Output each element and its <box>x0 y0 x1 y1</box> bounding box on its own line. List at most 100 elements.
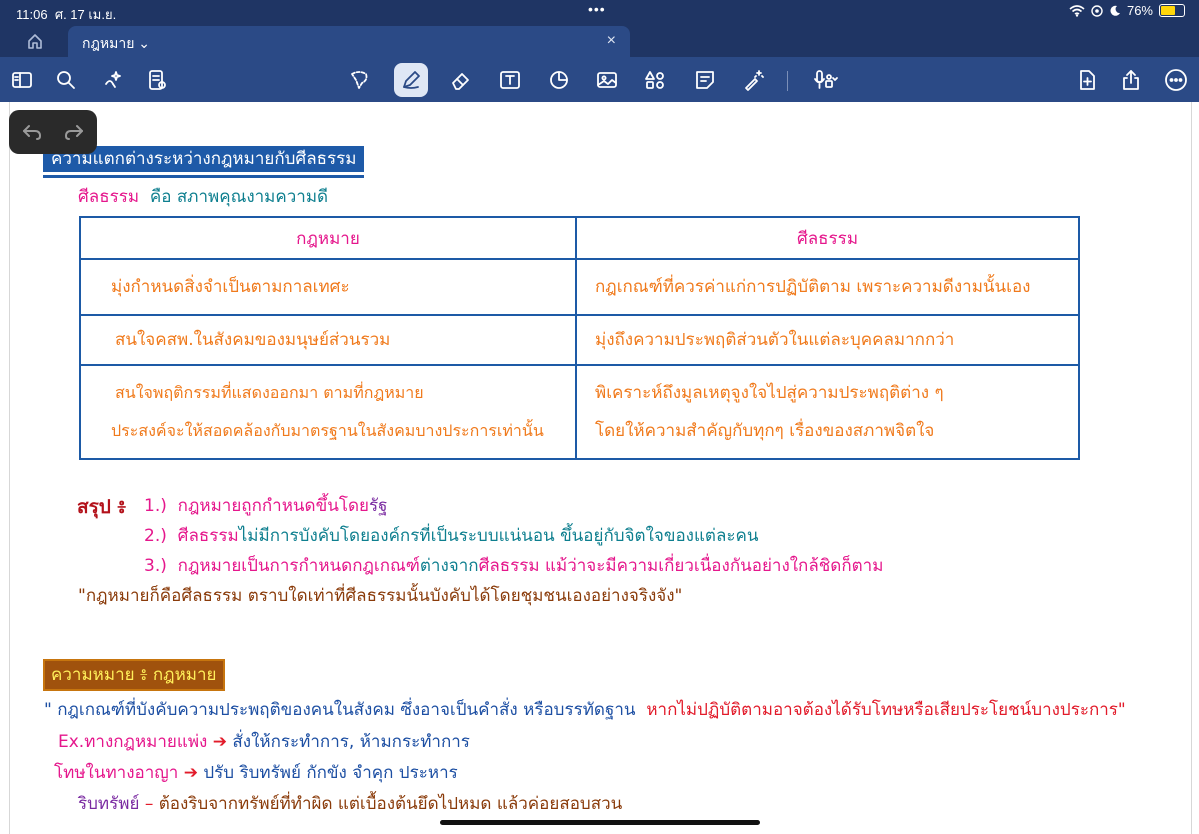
table-row: มุ่งกำหนดสิ่งจำเป็นตามกาลเทศะ กฎเกณฑ์ที่… <box>79 258 1080 316</box>
ai-sparkle-icon <box>105 71 121 88</box>
sticky-note-tool-button[interactable] <box>688 63 722 97</box>
toolbar <box>0 57 1199 102</box>
undo-icon[interactable] <box>21 122 43 142</box>
image-tool-button[interactable] <box>590 63 624 97</box>
confiscation-label: ริบทรัพย์ <box>78 794 140 814</box>
moon-icon <box>1110 5 1120 16</box>
summary-text-highlight: ศีลธรรม <box>478 556 540 576</box>
shapes-tool-button[interactable] <box>542 63 576 97</box>
meaning-text: " กฎเกณฑ์ที่บังคับความประพฤติของคนในสังค… <box>44 700 636 720</box>
tab-title: กฎหมาย ⌄ <box>82 35 151 51</box>
table-cell-line: พิเคราะห์ถึงมูลเหตุจูงใจไปสู่ความประพฤติ… <box>595 383 944 403</box>
table-header-morality: ศีลธรรม <box>575 216 1080 260</box>
morality-definition: ศีลธรรม คือ สภาพคุณงามความดี <box>78 183 328 210</box>
undo-redo-control <box>9 110 97 154</box>
lasso-icon <box>351 71 368 89</box>
table-header-row: กฎหมาย ศีลธรรม <box>79 216 1080 260</box>
share-button[interactable] <box>1114 63 1148 97</box>
more-icon <box>1165 69 1187 91</box>
status-bar: 11:06 ศ. 17 เม.ย. ••• 76% <box>0 0 1199 24</box>
summary-text: กฎหมายถูกกำหนดขึ้นโดย <box>177 496 369 516</box>
sidebar-icon <box>12 72 32 88</box>
dash: – <box>144 794 154 814</box>
battery-icon <box>1159 4 1185 17</box>
table-cell-line: สนใจพฤติกรรมที่แสดงออกมา ตามที่กฎหมาย <box>115 383 424 402</box>
microphone-icon <box>814 70 838 89</box>
definition-text: คือ สภาพคุณงามความดี <box>149 187 329 207</box>
summary-item-1: 1.) กฎหมายถูกกำหนดขึ้นโดยรัฐ <box>144 492 387 519</box>
table-cell: กฎเกณฑ์ที่ควรค่าแก่การปฏิบัติตาม เพราะคว… <box>595 277 1031 297</box>
sidebar-toggle-button[interactable] <box>5 63 39 97</box>
more-options-button[interactable] <box>1159 63 1193 97</box>
note-page[interactable] <box>9 102 1192 834</box>
summary-quote: "กฎหมายก็คือศีลธรรม ตราบใดเท่าที่ศีลธรรม… <box>78 586 683 606</box>
summary-text: แม้ว่าจะมีความเกี่ยวเนื่องกันอย่างใกล้ชิ… <box>539 556 884 576</box>
example-text: สั่งให้กระทำการ, ห้ามกระทำการ <box>232 732 470 752</box>
tab-document[interactable]: กฎหมาย ⌄ × <box>68 26 630 57</box>
chevron-down-icon[interactable]: ⌄ <box>138 35 150 51</box>
table-cell: มุ่งกำหนดสิ่งจำเป็นตามกาลเทศะ <box>111 277 350 297</box>
laser-pointer-tool-button[interactable] <box>737 63 771 97</box>
civil-law-example: Ex.ทางกฎหมายแพ่ง ➔ สั่งให้กระทำการ, ห้าม… <box>58 728 470 755</box>
audio-recording-button[interactable] <box>800 63 850 97</box>
tab-bar: กฎหมาย ⌄ × <box>0 24 1199 57</box>
definition-term: ศีลธรรม <box>78 187 140 207</box>
sticky-note-icon <box>696 71 714 89</box>
table-cell-line: โดยให้ความสำคัญกับทุกๆ เรื่องของสภาพจิตใ… <box>595 421 935 441</box>
pen-tool-button[interactable] <box>394 63 428 97</box>
add-page-button[interactable] <box>1070 63 1104 97</box>
arrow-icon: ➔ <box>183 763 198 783</box>
confiscation-note: ริบทรัพย์ – ต้องริบจากทรัพย์ที่ทำผิด แต่… <box>78 790 622 817</box>
ai-assistant-button[interactable] <box>97 63 131 97</box>
multitasking-dots-icon[interactable]: ••• <box>588 1 606 17</box>
summary-number: 3.) <box>144 556 167 576</box>
status-indicators: 76% <box>1069 3 1185 18</box>
summary-label: สรุป ៖ <box>77 496 126 518</box>
summary-text: ไม่มีการบังคับโดยองค์กรที่เป็นระบบแน่นอน… <box>238 526 759 546</box>
criminal-penalty-example: โทษในทางอาญา ➔ ปรับ ริบทรัพย์ กักขัง จำค… <box>54 759 458 786</box>
summary-number: 1.) <box>144 496 167 516</box>
arrow-icon: ➔ <box>212 732 228 752</box>
table-cell-line: ประสงค์จะให้สอดคล้องกับมาตรฐานในสังคมบาง… <box>111 421 544 440</box>
document-icon <box>149 70 166 90</box>
laser-icon <box>745 70 764 91</box>
summary-text-highlight: ต่างจาก <box>419 556 479 576</box>
elements-icon <box>645 71 664 89</box>
redo-icon[interactable] <box>63 122 85 142</box>
lasso-tool-button[interactable] <box>342 63 376 97</box>
search-icon <box>57 71 75 89</box>
comparison-table: กฎหมาย ศีลธรรม มุ่งกำหนดสิ่งจำเป็นตามกาล… <box>79 216 1080 460</box>
meaning-text-highlight: หากไม่ปฏิบัติตามอาจต้องได้รับโทษหรือเสีย… <box>646 700 1126 720</box>
example-text: ปรับ ริบทรัพย์ กักขัง จำคุก ประหาร <box>203 763 458 783</box>
pen-icon <box>403 71 420 89</box>
table-row: สนใจคสพ.ในสังคมของมนุษย์ส่วนรวม มุ่งถึงค… <box>79 314 1080 366</box>
table-cell: สนใจคสพ.ในสังคมของมนุษย์ส่วนรวม <box>115 330 391 350</box>
summary-text-highlight: รัฐ <box>368 496 388 516</box>
text-box-tool-button[interactable] <box>493 63 527 97</box>
confiscation-text: ต้องริบจากทรัพย์ที่ทำผิด แต่เบื้องต้นยึด… <box>158 794 623 814</box>
close-tab-icon[interactable]: × <box>607 32 616 50</box>
heading-meaning-of-law: ความหมาย ៖ กฎหมาย <box>43 659 225 691</box>
wifi-icon <box>1069 4 1085 17</box>
summary-number: 2.) <box>144 526 167 546</box>
share-icon <box>1123 70 1139 90</box>
summary-text: กฎหมายเป็นการกำหนดกฎเกณฑ์ <box>177 556 420 576</box>
home-icon[interactable] <box>20 30 50 52</box>
table-header-law: กฎหมาย <box>79 216 577 260</box>
home-indicator[interactable] <box>440 820 760 825</box>
table-cell: มุ่งถึงความประพฤติส่วนตัวในแต่ละบุคคลมาก… <box>595 330 955 350</box>
shapes-icon <box>550 71 568 89</box>
battery-percent: 76% <box>1126 3 1153 18</box>
table-row: สนใจพฤติกรรมที่แสดงออกมา ตามที่กฎหมาย ปร… <box>79 364 1080 460</box>
eraser-tool-button[interactable] <box>444 63 478 97</box>
document-settings-button[interactable] <box>140 63 174 97</box>
search-button[interactable] <box>49 63 83 97</box>
status-time: 11:06 ศ. 17 เม.ย. <box>16 7 117 22</box>
summary-item-3: 3.) กฎหมายเป็นการกำหนดกฎเกณฑ์ต่างจากศีลธ… <box>144 552 883 579</box>
summary-text-highlight: ศีลธรรม <box>177 526 239 546</box>
text-box-icon <box>500 71 520 89</box>
eraser-icon <box>452 73 469 90</box>
location-icon <box>1091 4 1103 17</box>
elements-tool-button[interactable] <box>638 63 672 97</box>
law-meaning: " กฎเกณฑ์ที่บังคับความประพฤติของคนในสังค… <box>44 696 1126 723</box>
